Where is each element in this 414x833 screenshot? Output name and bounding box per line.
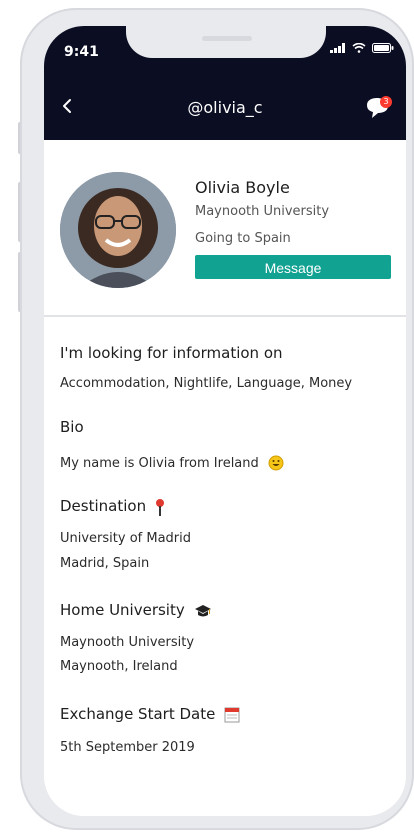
destination-title-row: Destination [60, 496, 165, 516]
looking-for-title: I'm looking for information on [60, 344, 283, 362]
home-university-name: Maynooth University [60, 635, 195, 650]
exchange-start-date: 5th September 2019 [60, 740, 195, 755]
destination-title: Destination [60, 497, 147, 515]
exchange-start-title: Exchange Start Date [60, 705, 216, 723]
page-title: @olivia_c [187, 98, 263, 117]
status-time: 9:41 [64, 44, 99, 60]
message-button[interactable]: Message [195, 255, 391, 279]
calendar-icon [224, 707, 240, 722]
profile-photo [60, 172, 176, 288]
notch-speaker [202, 36, 252, 41]
bio-row: My name is Olivia from Ireland [60, 452, 284, 471]
destination-university: University of Madrid [60, 531, 192, 546]
top-navigation-bar: 9:41 @olivia_c 3 [44, 26, 406, 140]
battery-icon [372, 43, 394, 53]
smiley-icon [268, 455, 284, 470]
notification-badge: 3 [380, 96, 392, 108]
destination-city: Madrid, Spain [60, 556, 150, 571]
signal-icon [330, 43, 345, 53]
section-divider [44, 315, 406, 317]
wifi-icon [352, 43, 366, 53]
bio-title: Bio [60, 418, 84, 436]
profile-card: Olivia Boyle Maynooth University Going t… [44, 140, 406, 314]
home-university-title: Home University [60, 601, 185, 619]
avatar [60, 172, 176, 288]
profile-destination-country: Going to Spain [195, 231, 291, 246]
home-university-city: Maynooth, Ireland [60, 659, 178, 674]
app-screen: 9:41 @olivia_c 3 Olivia Boyle Maynooth U… [44, 26, 406, 816]
status-icons [330, 43, 394, 53]
home-university-title-row: Home University [60, 600, 212, 619]
profile-university: Maynooth University [195, 204, 330, 219]
device-notch [126, 26, 326, 58]
looking-for-text: Accommodation, Nightlife, Language, Mone… [60, 376, 353, 391]
profile-name: Olivia Boyle [195, 178, 290, 197]
map-pin-icon [156, 498, 165, 516]
exchange-start-title-row: Exchange Start Date [60, 704, 240, 723]
bio-text: My name is Olivia from Ireland [60, 456, 259, 471]
graduation-cap-icon [194, 604, 211, 616]
